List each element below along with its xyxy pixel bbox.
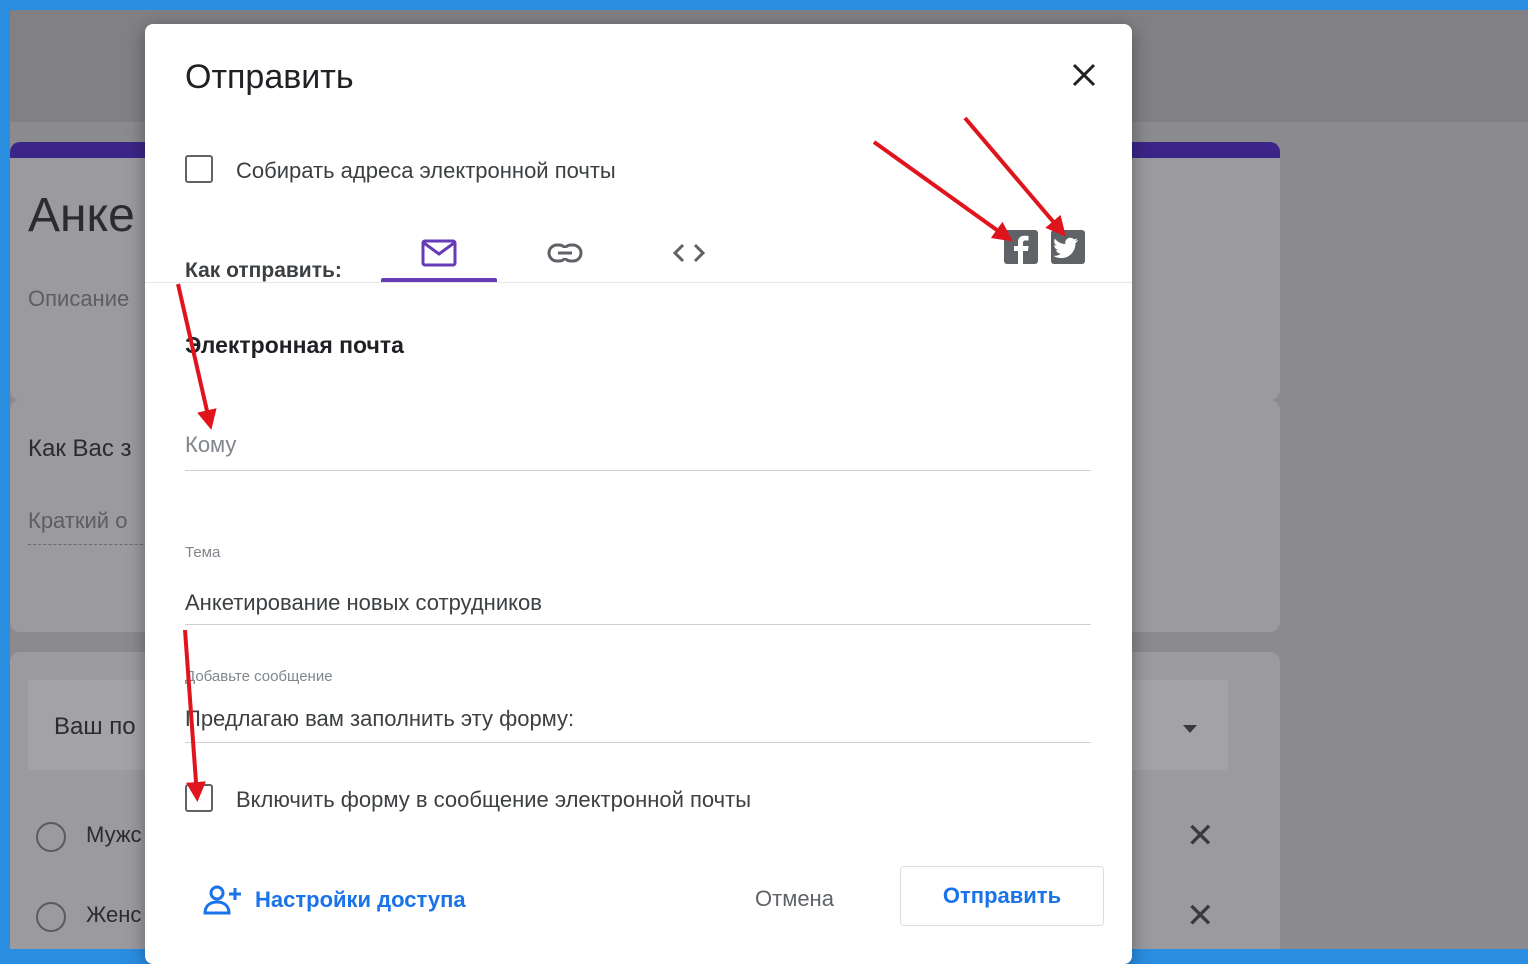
send-button[interactable]: Отправить (900, 866, 1104, 926)
add-person-icon (203, 885, 241, 915)
to-field-underline (185, 470, 1091, 471)
link-icon (547, 243, 583, 263)
tab-email[interactable] (381, 224, 497, 282)
twitter-share-button[interactable] (1051, 230, 1085, 264)
message-underline (185, 742, 1091, 743)
subject-underline (185, 624, 1091, 625)
background-form-description: Описание (28, 286, 130, 311)
facebook-share-button[interactable] (1004, 230, 1038, 264)
background-question-title: Как Вас з (28, 435, 132, 462)
how-to-send-label: Как отправить: (185, 259, 342, 282)
cancel-button[interactable]: Отмена (755, 886, 834, 912)
include-form-label: Включить форму в сообщение электронной п… (236, 787, 752, 812)
message-input[interactable]: Предлагаю вам заполнить эту форму: (185, 706, 574, 732)
dialog-title: Отправить (185, 58, 354, 96)
access-settings-label: Настройки доступа (255, 887, 466, 912)
background-select-label: Ваш по (54, 713, 136, 740)
background-option-label: Мужс (86, 822, 142, 847)
send-form-dialog: Отправить Собирать адреса электронной по… (145, 24, 1132, 964)
close-icon: ✕ (1186, 817, 1215, 855)
mail-icon (421, 239, 457, 267)
message-label: Добавьте сообщение (185, 668, 333, 685)
subject-input[interactable]: Анкетирование новых сотрудников (185, 590, 542, 616)
collect-emails-checkbox[interactable] (185, 155, 213, 183)
embed-code-icon (672, 243, 706, 263)
close-icon (1072, 63, 1096, 87)
tab-embed[interactable] (631, 224, 747, 282)
tab-link[interactable] (507, 224, 623, 282)
background-option-label: Женс (86, 902, 142, 927)
subject-label: Тема (185, 544, 221, 561)
close-button[interactable] (1063, 54, 1105, 96)
background-short-answer: Краткий о (28, 508, 158, 545)
collect-emails-label: Собирать адреса электронной почты (236, 158, 616, 183)
caret-down-icon (1183, 725, 1197, 733)
radio-icon (36, 822, 66, 852)
radio-icon (36, 902, 66, 932)
background-form-title: Анке (28, 189, 135, 242)
to-email-input[interactable] (185, 428, 1091, 462)
twitter-icon (1051, 230, 1085, 264)
tabs-divider (145, 282, 1132, 283)
close-icon: ✕ (1186, 897, 1215, 935)
facebook-icon (1004, 230, 1038, 264)
section-title: Электронная почта (185, 332, 404, 358)
access-settings-button[interactable]: Настройки доступа (203, 884, 466, 916)
include-form-checkbox[interactable] (185, 784, 213, 812)
